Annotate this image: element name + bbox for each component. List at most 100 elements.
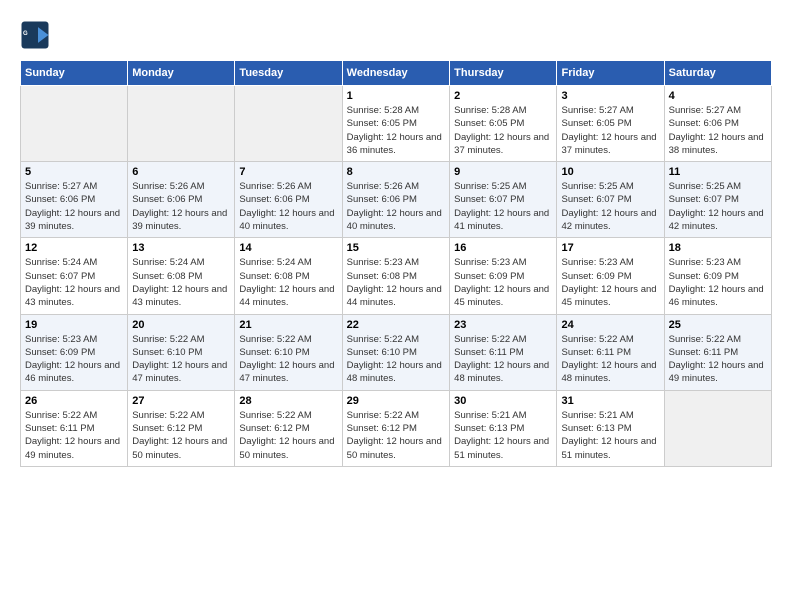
day-info: Sunrise: 5:24 AM Sunset: 6:07 PM Dayligh…	[25, 256, 123, 309]
day-number: 25	[669, 319, 767, 331]
day-number: 4	[669, 90, 767, 102]
day-number: 28	[239, 395, 337, 407]
calendar-cell: 13 Sunrise: 5:24 AM Sunset: 6:08 PM Dayli…	[128, 238, 235, 314]
day-info: Sunrise: 5:22 AM Sunset: 6:10 PM Dayligh…	[132, 333, 230, 386]
weekday-header: Tuesday	[235, 61, 342, 86]
day-number: 24	[561, 319, 659, 331]
calendar-cell	[235, 86, 342, 162]
calendar-cell: 2Sunrise: 5:28 AM Sunset: 6:05 PM Daylig…	[450, 86, 557, 162]
calendar-week-row: 12 Sunrise: 5:24 AM Sunset: 6:07 PM Dayli…	[21, 238, 772, 314]
calendar-cell: 20 Sunrise: 5:22 AM Sunset: 6:10 PM Dayli…	[128, 314, 235, 390]
day-info: Sunrise: 5:25 AM Sunset: 6:07 PM Dayligh…	[454, 180, 552, 233]
day-info: Sunrise: 5:22 AM Sunset: 6:11 PM Dayligh…	[454, 333, 552, 386]
day-number: 14	[239, 242, 337, 254]
day-number: 13	[132, 242, 230, 254]
weekday-header: Wednesday	[342, 61, 449, 86]
day-number: 19	[25, 319, 123, 331]
calendar-cell: 17 Sunrise: 5:23 AM Sunset: 6:09 PM Dayli…	[557, 238, 664, 314]
calendar-week-row: 26 Sunrise: 5:22 AM Sunset: 6:11 PM Dayli…	[21, 390, 772, 466]
day-number: 1	[347, 90, 445, 102]
calendar-cell: 18 Sunrise: 5:23 AM Sunset: 6:09 PM Dayli…	[664, 238, 771, 314]
day-info: Sunrise: 5:26 AM Sunset: 6:06 PM Dayligh…	[347, 180, 445, 233]
calendar-cell: 21Sunrise: 5:22 AM Sunset: 6:10 PM Dayli…	[235, 314, 342, 390]
day-info: Sunrise: 5:22 AM Sunset: 6:11 PM Dayligh…	[25, 409, 123, 462]
day-info: Sunrise: 5:21 AM Sunset: 6:13 PM Dayligh…	[561, 409, 659, 462]
day-number: 31	[561, 395, 659, 407]
calendar-cell: 24 Sunrise: 5:22 AM Sunset: 6:11 PM Dayli…	[557, 314, 664, 390]
day-info: Sunrise: 5:25 AM Sunset: 6:07 PM Dayligh…	[561, 180, 659, 233]
day-info: Sunrise: 5:22 AM Sunset: 6:11 PM Dayligh…	[669, 333, 767, 386]
calendar-header-row: SundayMondayTuesdayWednesdayThursdayFrid…	[21, 61, 772, 86]
calendar-cell: 12 Sunrise: 5:24 AM Sunset: 6:07 PM Dayli…	[21, 238, 128, 314]
day-number: 6	[132, 166, 230, 178]
calendar-cell: 15 Sunrise: 5:23 AM Sunset: 6:08 PM Dayli…	[342, 238, 449, 314]
day-info: Sunrise: 5:23 AM Sunset: 6:08 PM Dayligh…	[347, 256, 445, 309]
calendar-cell: 16Sunrise: 5:23 AM Sunset: 6:09 PM Dayli…	[450, 238, 557, 314]
day-number: 12	[25, 242, 123, 254]
calendar-cell: 1 Sunrise: 5:28 AM Sunset: 6:05 PM Daylig…	[342, 86, 449, 162]
calendar-cell: 22 Sunrise: 5:22 AM Sunset: 6:10 PM Dayli…	[342, 314, 449, 390]
calendar-cell: 9 Sunrise: 5:25 AM Sunset: 6:07 PM Daylig…	[450, 162, 557, 238]
calendar-cell: 14 Sunrise: 5:24 AM Sunset: 6:08 PM Dayli…	[235, 238, 342, 314]
day-info: Sunrise: 5:22 AM Sunset: 6:12 PM Dayligh…	[132, 409, 230, 462]
day-info: Sunrise: 5:26 AM Sunset: 6:06 PM Dayligh…	[239, 180, 337, 233]
calendar-cell: 28Sunrise: 5:22 AM Sunset: 6:12 PM Dayli…	[235, 390, 342, 466]
day-info: Sunrise: 5:24 AM Sunset: 6:08 PM Dayligh…	[239, 256, 337, 309]
day-info: Sunrise: 5:23 AM Sunset: 6:09 PM Dayligh…	[669, 256, 767, 309]
day-number: 5	[25, 166, 123, 178]
calendar-week-row: 5Sunrise: 5:27 AM Sunset: 6:06 PM Daylig…	[21, 162, 772, 238]
logo-icon: G	[20, 20, 50, 50]
day-number: 22	[347, 319, 445, 331]
day-number: 16	[454, 242, 552, 254]
day-info: Sunrise: 5:22 AM Sunset: 6:10 PM Dayligh…	[239, 333, 337, 386]
day-number: 3	[561, 90, 659, 102]
calendar-cell: 10Sunrise: 5:25 AM Sunset: 6:07 PM Dayli…	[557, 162, 664, 238]
logo: G	[20, 20, 54, 50]
day-info: Sunrise: 5:28 AM Sunset: 6:05 PM Dayligh…	[454, 104, 552, 157]
calendar-cell: 8 Sunrise: 5:26 AM Sunset: 6:06 PM Daylig…	[342, 162, 449, 238]
weekday-header: Saturday	[664, 61, 771, 86]
day-number: 29	[347, 395, 445, 407]
day-info: Sunrise: 5:23 AM Sunset: 6:09 PM Dayligh…	[25, 333, 123, 386]
day-number: 15	[347, 242, 445, 254]
calendar-cell: 3 Sunrise: 5:27 AM Sunset: 6:05 PM Daylig…	[557, 86, 664, 162]
calendar-cell: 29 Sunrise: 5:22 AM Sunset: 6:12 PM Dayli…	[342, 390, 449, 466]
calendar-cell: 19 Sunrise: 5:23 AM Sunset: 6:09 PM Dayli…	[21, 314, 128, 390]
day-info: Sunrise: 5:22 AM Sunset: 6:11 PM Dayligh…	[561, 333, 659, 386]
day-info: Sunrise: 5:22 AM Sunset: 6:10 PM Dayligh…	[347, 333, 445, 386]
day-number: 9	[454, 166, 552, 178]
calendar-cell: 27 Sunrise: 5:22 AM Sunset: 6:12 PM Dayli…	[128, 390, 235, 466]
day-info: Sunrise: 5:28 AM Sunset: 6:05 PM Dayligh…	[347, 104, 445, 157]
day-number: 8	[347, 166, 445, 178]
day-info: Sunrise: 5:26 AM Sunset: 6:06 PM Dayligh…	[132, 180, 230, 233]
calendar-table: SundayMondayTuesdayWednesdayThursdayFrid…	[20, 60, 772, 467]
calendar-cell: 26 Sunrise: 5:22 AM Sunset: 6:11 PM Dayli…	[21, 390, 128, 466]
day-info: Sunrise: 5:24 AM Sunset: 6:08 PM Dayligh…	[132, 256, 230, 309]
calendar-week-row: 1 Sunrise: 5:28 AM Sunset: 6:05 PM Daylig…	[21, 86, 772, 162]
page-header: G	[20, 20, 772, 50]
calendar-cell: 23Sunrise: 5:22 AM Sunset: 6:11 PM Dayli…	[450, 314, 557, 390]
day-info: Sunrise: 5:25 AM Sunset: 6:07 PM Dayligh…	[669, 180, 767, 233]
calendar-week-row: 19 Sunrise: 5:23 AM Sunset: 6:09 PM Dayli…	[21, 314, 772, 390]
day-info: Sunrise: 5:27 AM Sunset: 6:05 PM Dayligh…	[561, 104, 659, 157]
calendar-cell	[21, 86, 128, 162]
calendar-cell	[664, 390, 771, 466]
calendar-cell: 6 Sunrise: 5:26 AM Sunset: 6:06 PM Daylig…	[128, 162, 235, 238]
day-info: Sunrise: 5:23 AM Sunset: 6:09 PM Dayligh…	[561, 256, 659, 309]
day-number: 27	[132, 395, 230, 407]
calendar-cell: 4 Sunrise: 5:27 AM Sunset: 6:06 PM Daylig…	[664, 86, 771, 162]
calendar-cell: 30Sunrise: 5:21 AM Sunset: 6:13 PM Dayli…	[450, 390, 557, 466]
calendar-cell: 25 Sunrise: 5:22 AM Sunset: 6:11 PM Dayli…	[664, 314, 771, 390]
day-number: 17	[561, 242, 659, 254]
day-number: 20	[132, 319, 230, 331]
calendar-cell: 31 Sunrise: 5:21 AM Sunset: 6:13 PM Dayli…	[557, 390, 664, 466]
day-info: Sunrise: 5:22 AM Sunset: 6:12 PM Dayligh…	[347, 409, 445, 462]
day-info: Sunrise: 5:27 AM Sunset: 6:06 PM Dayligh…	[669, 104, 767, 157]
calendar-cell	[128, 86, 235, 162]
day-number: 7	[239, 166, 337, 178]
day-number: 26	[25, 395, 123, 407]
weekday-header: Friday	[557, 61, 664, 86]
svg-text:G: G	[23, 31, 28, 37]
day-number: 11	[669, 166, 767, 178]
day-number: 18	[669, 242, 767, 254]
